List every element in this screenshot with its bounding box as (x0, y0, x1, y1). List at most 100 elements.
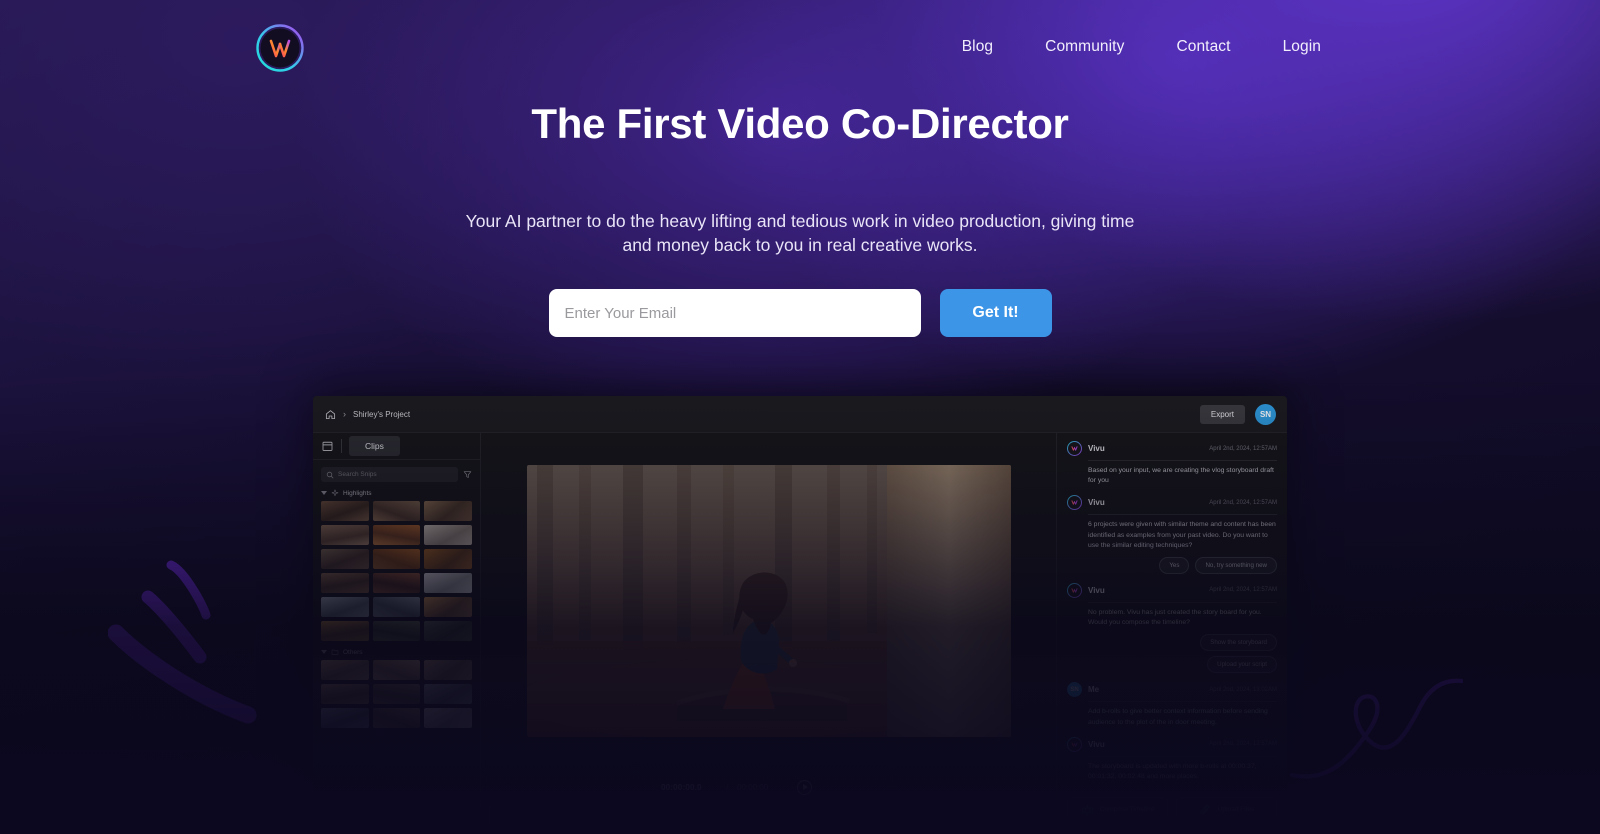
paperclip-icon (1200, 805, 1209, 815)
clip-thumbnail[interactable] (372, 660, 421, 680)
clip-thumbnail[interactable] (321, 573, 369, 593)
ruler-tick-label: 10:00 (492, 827, 508, 833)
ruler-tick (574, 826, 575, 834)
chat-message-text: 6 projects were given with similar theme… (1088, 521, 1276, 549)
clips-sidebar: Clips Search Snips Highlights Others (313, 433, 481, 834)
product-screenshot: › Shirley's Project Export SN Clips Sear… (313, 396, 1287, 834)
clip-thumbnail[interactable] (321, 621, 369, 641)
clip-thumbnail[interactable] (321, 525, 369, 545)
avatar: SN (1067, 682, 1082, 698)
hero-section: The First Video Co-Director Your AI part… (0, 0, 1600, 258)
clip-thumbnail[interactable] (321, 708, 369, 728)
ruler-tick (999, 826, 1000, 834)
chat-message-header: SN Me April 2nd, 2024, 13:02AM (1067, 682, 1277, 698)
search-input[interactable]: Search Snips (321, 467, 458, 482)
ruler-tick (489, 826, 490, 834)
clip-thumbnail[interactable] (424, 573, 472, 593)
section-header-others[interactable]: Others (313, 641, 480, 660)
ruler-tick-label: 10:40 (832, 827, 848, 833)
chat-divider (1088, 601, 1277, 603)
ruler-tick-label: 10:55 (959, 827, 975, 833)
clip-thumbnail[interactable] (321, 501, 369, 521)
chat-author: Me (1088, 685, 1100, 695)
chat-divider (1088, 755, 1277, 757)
ruler-tick (871, 826, 873, 834)
export-button[interactable]: Export (1199, 404, 1245, 424)
clip-thumbnail[interactable] (424, 525, 472, 545)
clip-thumbnail[interactable] (372, 597, 421, 617)
ruler-tick-label: 10:50 (917, 827, 933, 833)
clip-thumbnail[interactable] (424, 549, 472, 569)
card-title: Upload Files (1217, 806, 1255, 814)
logo-icon (1071, 446, 1078, 451)
chat-message-header: Vivu April 2nd, 2024, 12:57AM (1067, 495, 1277, 510)
clip-thumbnail[interactable] (321, 597, 369, 617)
panel-icon[interactable] (321, 440, 334, 452)
chat-message: Vivu April 2nd, 2024, 12:57AM The storyboa… (1067, 737, 1277, 782)
folder-icon (331, 649, 339, 655)
clip-thumbnail[interactable] (372, 549, 421, 569)
clip-thumbnail[interactable] (424, 501, 472, 521)
clip-thumbnail[interactable] (424, 621, 472, 641)
ruler-tick-label: 10:20 (662, 827, 678, 833)
bot-avatar (1067, 495, 1082, 510)
clip-thumbnail[interactable] (424, 597, 472, 617)
ruler-tick (786, 826, 788, 834)
clip-thumbnail[interactable] (372, 684, 421, 704)
clip-thumbnail[interactable] (424, 684, 472, 704)
bot-avatar (1067, 583, 1082, 598)
compose-timeline-card[interactable]: Compose Timeline Vivu auto composes the (1067, 796, 1168, 834)
ruler-tick-label: 10:45 (874, 827, 890, 833)
landing-page: Blog Community Contact Login The First V… (0, 0, 1600, 834)
app-topbar: › Shirley's Project Export SN (313, 396, 1287, 433)
timeline-ruler[interactable]: 10:00 10:05 10:10 10:15 10:20 10:25 10:30 10:35… (481, 805, 1056, 834)
clip-thumbnail[interactable] (372, 525, 421, 545)
chat-message-text: The storyboard is updated with more b-ro… (1088, 762, 1257, 780)
quick-reply-button[interactable]: Upload your script (1207, 656, 1277, 674)
clip-thumbnail[interactable] (321, 549, 369, 569)
clip-thumbnail[interactable] (424, 708, 472, 728)
ruler-tick (744, 826, 745, 834)
home-icon[interactable] (325, 409, 336, 420)
clip-thumbnail[interactable] (372, 708, 421, 728)
avatar[interactable]: SN (1255, 403, 1276, 425)
search-placeholder: Search Snips (338, 471, 377, 478)
clip-thumbnail[interactable] (424, 660, 472, 680)
ruler-tick (659, 826, 660, 834)
play-button[interactable] (797, 779, 812, 795)
chat-author: Vivu (1088, 444, 1105, 453)
clips-scroll-area[interactable]: Highlights Others (313, 482, 480, 834)
tab-clips[interactable]: Clips (349, 436, 400, 456)
topbar-actions: Export SN (1199, 403, 1276, 425)
clip-thumbnail[interactable] (372, 573, 421, 593)
video-area (481, 433, 1056, 769)
breadcrumb-project[interactable]: Shirley's Project (353, 410, 410, 419)
clip-thumbnail[interactable] (321, 684, 369, 704)
clip-thumbnail[interactable] (372, 621, 421, 641)
section-label: Others (343, 648, 363, 656)
chat-message: Vivu April 2nd, 2024, 12:57AM No problem. … (1067, 583, 1277, 674)
video-canvas[interactable] (526, 465, 1011, 737)
chat-timestamp: April 2nd, 2024, 12:57AM (1209, 445, 1277, 452)
quick-reply-button[interactable]: Show the storyboard (1200, 634, 1277, 652)
chat-message-header: Vivu April 2nd, 2024, 12:57AM (1067, 441, 1277, 456)
quick-reply-button[interactable]: Yes (1159, 556, 1190, 574)
search-icon (326, 471, 334, 478)
quick-reply-button[interactable]: No, try something new (1195, 556, 1277, 574)
filter-icon[interactable] (463, 470, 472, 479)
chevron-down-icon (321, 650, 327, 654)
ruler-tick-label: 10:05 (534, 827, 550, 833)
email-field[interactable] (548, 289, 921, 337)
highlights-thumbnails (313, 501, 480, 641)
chat-timestamp: April 2nd, 2024, 12:57AM (1209, 741, 1277, 748)
clip-thumbnail[interactable] (321, 660, 369, 680)
get-it-button[interactable]: Get It! (939, 289, 1052, 337)
chat-timestamp: April 2nd, 2024, 13:02AM (1209, 686, 1277, 693)
logo-icon (1071, 741, 1078, 747)
swirl-decoration (1289, 678, 1463, 779)
chat-author: Vivu (1088, 498, 1105, 508)
clip-thumbnail[interactable] (372, 501, 421, 521)
chat-message-list[interactable]: Vivu April 2nd, 2024, 12:57AM Based on you… (1057, 433, 1287, 793)
upload-files-card[interactable]: Upload Files Upload your own files (1176, 796, 1277, 834)
section-header-highlights[interactable]: Highlights (313, 482, 480, 501)
